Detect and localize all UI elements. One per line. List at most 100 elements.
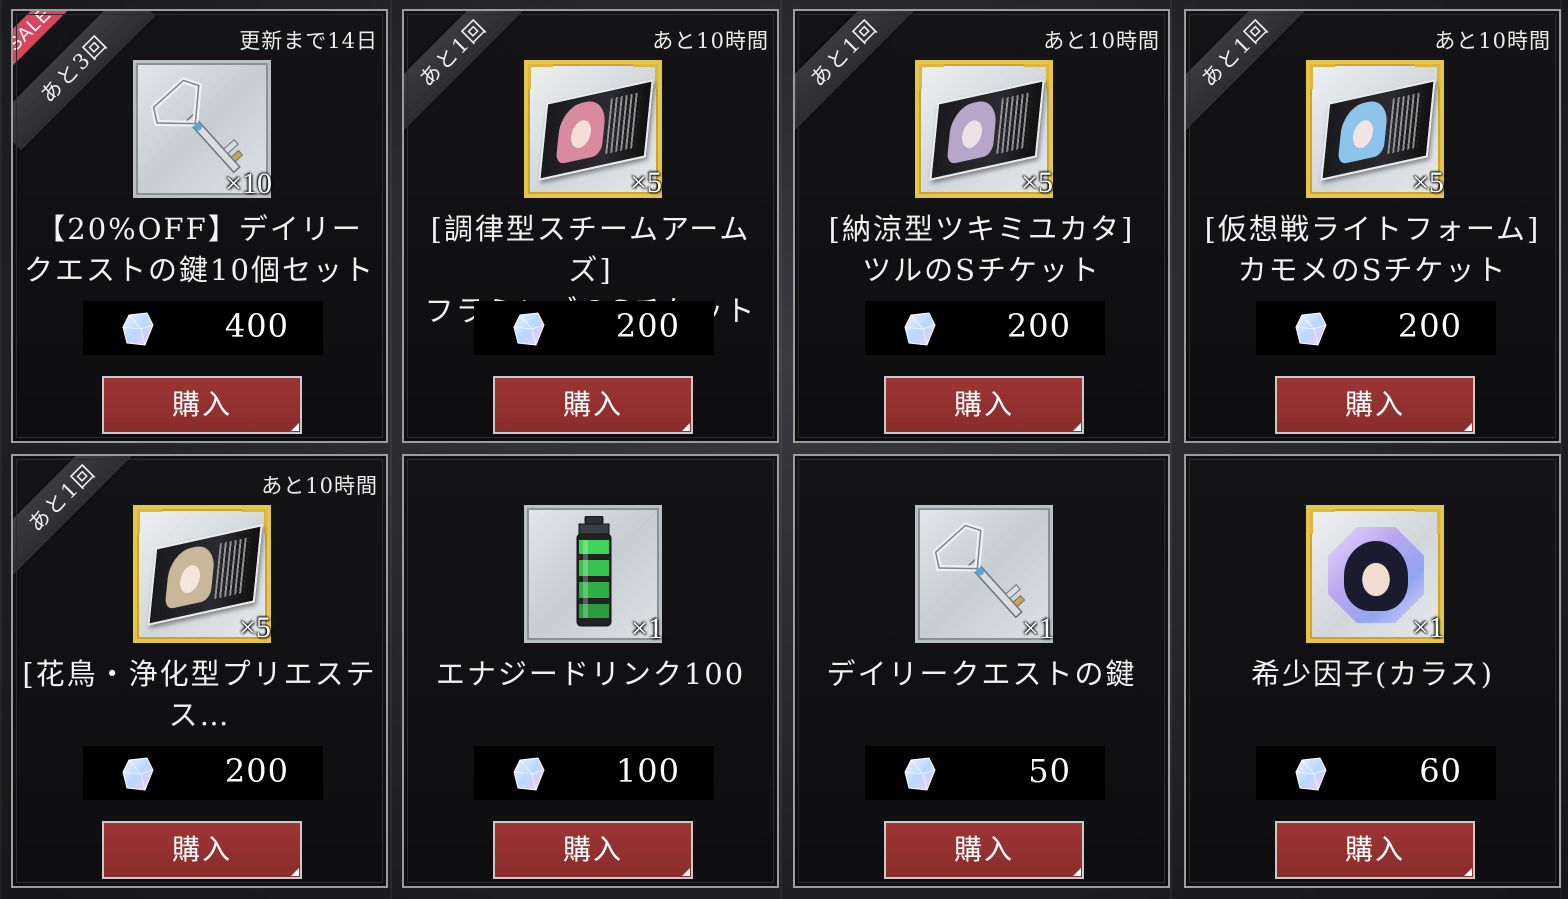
shop-item-card[interactable]: ×1 デイリークエストの鍵 50 購入 (793, 454, 1170, 888)
item-quantity: ×5 (630, 166, 662, 199)
refresh-timer: 更新まで14日 (239, 29, 378, 53)
character-portrait (555, 97, 608, 166)
price-box: 200 (474, 301, 714, 355)
gem-crystal-icon (513, 757, 545, 791)
remaining-count-ribbon: あと1回 (1186, 11, 1317, 135)
ticket-stripe (605, 92, 641, 155)
buy-button[interactable]: 購入 (1275, 376, 1475, 434)
item-icon-frame[interactable]: ×10 (133, 60, 272, 200)
frame-ornament (1310, 64, 1335, 89)
item-title: [納涼型ツキミユカタ] ツルのSチケット (801, 209, 1162, 291)
remaining-count-ribbon: あと1回 (404, 11, 535, 135)
price-value: 50 (1028, 752, 1071, 790)
item-title-line: ス… (168, 698, 231, 732)
item-icon-frame[interactable]: ×5 (524, 60, 662, 199)
shop-item-card[interactable]: あと1回 あと10時間 ×5 [納涼型ツキミユカタ] ツルのSチケット 200 … (793, 9, 1170, 443)
item-quantity: ×10 (225, 167, 272, 200)
item-icon-frame[interactable]: ×1 (1306, 505, 1444, 644)
remaining-count-ribbon: あと1回 (795, 11, 926, 135)
item-title: [仮想戦ライトフォーム] カモメのSチケット (1192, 209, 1553, 291)
gem-crystal-icon (1295, 312, 1327, 346)
refresh-timer: あと10時間 (261, 474, 378, 498)
frame-ornament (1415, 509, 1440, 534)
item-title-line: [花鳥・浄化型プリエステ (22, 657, 377, 691)
frame-ornament (1310, 509, 1335, 534)
item-title-line: 希少因子(カラス) (1250, 657, 1495, 691)
price-box: 60 (1256, 746, 1496, 800)
gem-crystal-icon (122, 312, 154, 346)
price-value: 100 (615, 752, 680, 790)
item-icon-frame[interactable]: ×1 (915, 505, 1054, 645)
character-portrait (1344, 541, 1408, 611)
shop-item-card[interactable]: あと1回 あと10時間 ×5 [調律型スチームアームズ] フラミンゴのSチケット… (402, 9, 779, 443)
refresh-timer: あと10時間 (1043, 29, 1160, 53)
price-box: 400 (83, 301, 323, 355)
shop-item-card[interactable]: SALE あと3回 更新まで14日 ×10 【20%OFF】デイリー クエストの… (11, 9, 388, 443)
ticket-stripe (996, 92, 1032, 155)
price-value: 200 (615, 307, 680, 345)
price-value: 400 (224, 307, 289, 345)
shop-item-card[interactable]: あと1回 あと10時間 ×5 [仮想戦ライトフォーム] カモメのSチケット 20… (1184, 9, 1561, 443)
shop-item-card[interactable]: ×1 エナジードリンク100 100 購入 (402, 454, 779, 888)
item-quantity: ×5 (1412, 166, 1444, 199)
buy-button[interactable]: 購入 (1275, 821, 1475, 879)
frame-ornament (919, 64, 944, 89)
item-title: 【20%OFF】デイリー クエストの鍵10個セット (19, 209, 380, 291)
item-title-line: エナジードリンク100 (435, 657, 746, 691)
item-quantity: ×1 (1022, 612, 1054, 645)
frame-ornament (137, 509, 162, 534)
character-portrait (946, 97, 999, 166)
buy-button[interactable]: 購入 (884, 376, 1084, 434)
price-value: 200 (1397, 307, 1462, 345)
item-icon-frame[interactable]: ×5 (915, 60, 1053, 199)
remaining-count-ribbon: あと1回 (13, 456, 144, 580)
item-icon-frame[interactable]: ×5 (1306, 60, 1444, 199)
item-title: エナジードリンク100 (410, 654, 771, 695)
price-box: 50 (865, 746, 1105, 800)
shop-grid: SALE あと3回 更新まで14日 ×10 【20%OFF】デイリー クエストの… (0, 0, 1568, 899)
price-value: 200 (224, 752, 289, 790)
price-value: 60 (1419, 752, 1462, 790)
buy-button[interactable]: 購入 (102, 821, 302, 879)
price-value: 200 (1006, 307, 1071, 345)
ticket-stripe (1387, 92, 1423, 155)
item-title-line: [納涼型ツキミユカタ] (828, 212, 1135, 246)
item-icon-frame[interactable]: ×5 (133, 505, 271, 644)
shop-item-card[interactable]: ×1 希少因子(カラス) 60 購入 (1184, 454, 1561, 888)
item-title: 希少因子(カラス) (1192, 654, 1553, 695)
price-box: 200 (83, 746, 323, 800)
item-title: [花鳥・浄化型プリエステ ス… (19, 654, 380, 736)
rare-factor-crystal-icon (1328, 527, 1424, 623)
item-quantity: ×1 (1412, 611, 1444, 644)
item-title: デイリークエストの鍵 (801, 654, 1162, 695)
gem-crystal-icon (1295, 757, 1327, 791)
buy-button[interactable]: 購入 (493, 821, 693, 879)
item-title-line: クエストの鍵10個セット (24, 253, 375, 287)
price-box: 200 (865, 301, 1105, 355)
frame-ornament (528, 64, 553, 89)
refresh-timer: あと10時間 (652, 29, 769, 53)
buy-button[interactable]: 購入 (102, 376, 302, 434)
gem-crystal-icon (513, 312, 545, 346)
ticket-stripe (214, 537, 250, 600)
buy-button[interactable]: 購入 (493, 376, 693, 434)
refresh-timer: あと10時間 (1434, 29, 1551, 53)
shop-item-card[interactable]: あと1回 あと10時間 ×5 [花鳥・浄化型プリエステ ス… 200 購入 (11, 454, 388, 888)
item-quantity: ×1 (631, 612, 663, 645)
item-title-line: カモメのSチケット (1237, 253, 1508, 287)
item-title-line: ツルのSチケット (862, 253, 1101, 287)
item-icon-frame[interactable]: ×1 (524, 505, 663, 645)
gem-crystal-icon (904, 312, 936, 346)
gem-crystal-icon (904, 757, 936, 791)
item-quantity: ×5 (1021, 166, 1053, 199)
buy-button[interactable]: 購入 (884, 821, 1084, 879)
gem-crystal-icon (122, 757, 154, 791)
item-title-line: [調律型スチームアームズ] (430, 212, 751, 287)
item-title-line: デイリークエストの鍵 (826, 657, 1137, 691)
price-box: 100 (474, 746, 714, 800)
price-box: 200 (1256, 301, 1496, 355)
energy-drink-icon (576, 516, 612, 627)
item-quantity: ×5 (239, 611, 271, 644)
item-title-line: 【20%OFF】デイリー (36, 212, 363, 246)
character-portrait (164, 542, 217, 611)
